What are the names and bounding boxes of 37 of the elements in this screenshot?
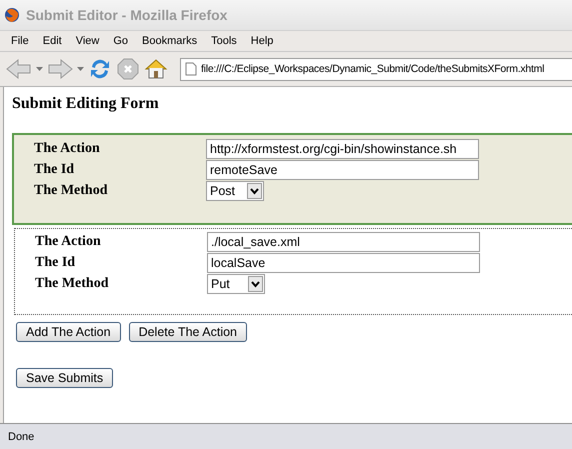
menu-item[interactable]: Help — [244, 35, 280, 47]
menu-item[interactable]: File — [4, 35, 36, 47]
action-button[interactable]: Add The Action — [16, 322, 121, 342]
menu-item[interactable]: View — [68, 35, 106, 47]
window-title: Submit Editor - Mozilla Firefox — [26, 7, 228, 23]
stop-icon[interactable] — [116, 57, 140, 81]
method-select[interactable]: Post — [206, 180, 264, 200]
text-field[interactable]: localSave — [207, 252, 480, 272]
browser-logo-icon — [4, 7, 20, 23]
page-heading: Submit Editing Form — [12, 95, 160, 113]
field-label: The Action — [35, 234, 102, 250]
dropdown-caret-icon[interactable] — [36, 66, 43, 72]
back-icon[interactable] — [6, 58, 32, 80]
action-button[interactable]: Delete The Action — [128, 322, 248, 342]
field-label: The Method — [34, 182, 108, 198]
text-field[interactable]: http://xformstest.org/cgi-bin/showinstance.sh — [206, 138, 479, 158]
submission-panel[interactable]: The Action ./local_save.xml The Id localSave The Method Put — [14, 228, 572, 315]
text-field[interactable]: remoteSave — [206, 160, 479, 180]
menu-item[interactable]: Tools — [204, 35, 244, 47]
address-field[interactable]: file:///C:/Eclipse_Workspaces/Dynamic_Submit/Code/theSubmitsXForm.xhtml — [180, 58, 572, 80]
page-icon — [185, 62, 197, 76]
status-text: Done — [8, 430, 34, 442]
field-label: The Action — [34, 140, 101, 156]
save-button[interactable]: Save Submits — [16, 368, 114, 388]
forward-icon[interactable] — [47, 58, 73, 80]
submission-panel[interactable]: The Action http://xformstest.org/cgi-bin/showinstance.sh The Id remoteSave The Method Post — [12, 133, 572, 225]
menu-item[interactable]: Go — [106, 35, 136, 47]
reload-icon[interactable] — [88, 57, 112, 81]
menu-item[interactable]: Bookmarks — [135, 35, 204, 47]
text-field[interactable]: ./local_save.xml — [207, 232, 480, 252]
menu-item[interactable]: Edit — [36, 35, 69, 47]
field-label: The Id — [35, 254, 76, 270]
field-label: The Method — [35, 276, 110, 292]
home-icon[interactable] — [144, 57, 168, 81]
field-label: The Id — [34, 162, 76, 178]
method-select[interactable]: Put — [207, 274, 265, 294]
dropdown-caret-icon[interactable] — [77, 66, 84, 72]
